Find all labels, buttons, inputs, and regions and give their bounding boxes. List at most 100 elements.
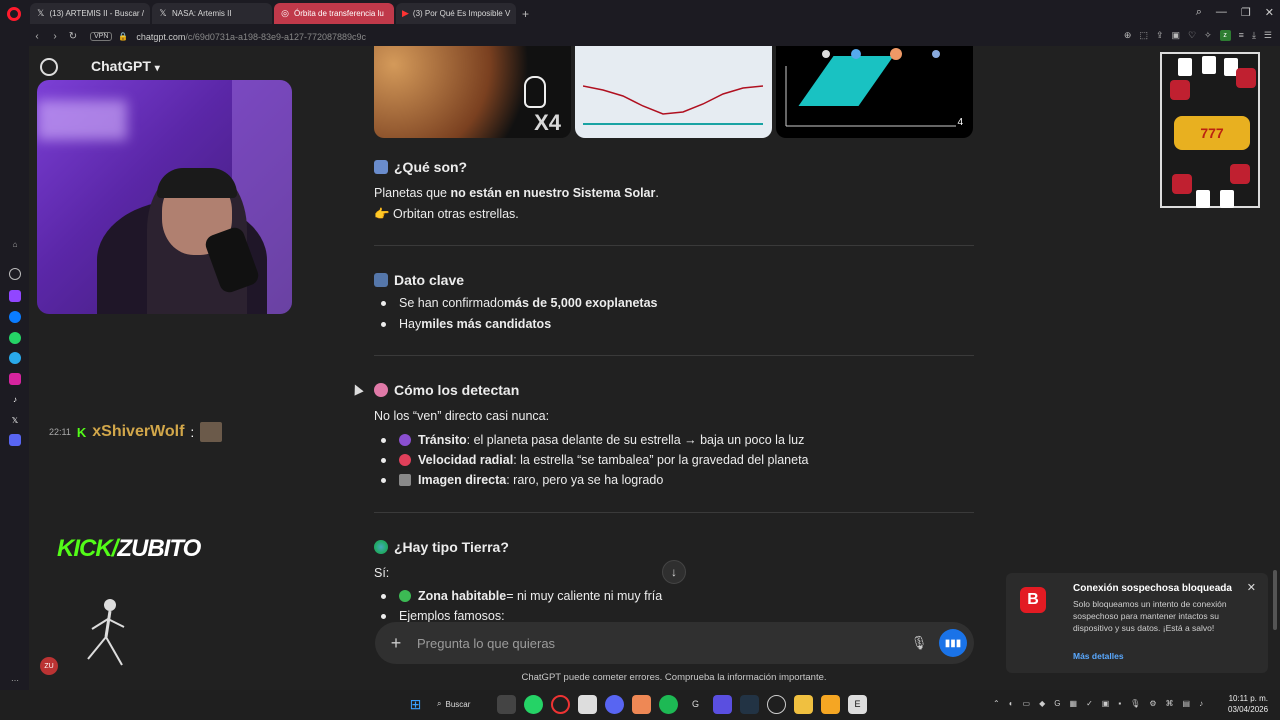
extension-z-icon[interactable]: z [1219, 30, 1231, 41]
tab-artemis-search[interactable]: 𝕏 (13) ARTEMIS II - Buscar / [30, 3, 150, 24]
tab-youtube[interactable]: ▶ (3) Por Qué Es Imposible V [396, 3, 516, 24]
system-tray: ⌃ ◐ ▭ ◆ G ▦ ✓ ▣ ▪ 🎙 ⚙ ⌘ ▤ ♪ [993, 699, 1203, 708]
tray-app-icon[interactable]: ▣ [1102, 699, 1110, 708]
tray-app-icon[interactable]: ⚙ [1149, 699, 1156, 708]
easy-setup-icon[interactable]: ☰ [1264, 30, 1272, 41]
zoom-icon[interactable]: ⊕ [1124, 30, 1132, 41]
tiktok-icon[interactable]: ♪ [9, 393, 21, 405]
search-tabs-icon[interactable]: ⌕ [1196, 6, 1202, 19]
windows-start-icon[interactable]: ⊞ [406, 695, 425, 714]
que-son-line1: Planetas que no están en nuestro Sistema… [374, 186, 659, 200]
gallery-image-orbits[interactable]: 4 [776, 46, 973, 138]
close-icon[interactable]: ✕ [1265, 6, 1274, 19]
app-title: ChatGPT [91, 58, 151, 74]
new-tab-button[interactable]: + [522, 7, 529, 21]
epic-games-icon[interactable]: E [848, 694, 867, 714]
notification-title: Conexión sospechosa bloqueada [1073, 583, 1232, 594]
tray-app-icon[interactable]: G [1054, 699, 1060, 708]
prompt-input[interactable] [417, 635, 909, 651]
tray-app-icon[interactable]: ▪ [1118, 699, 1121, 708]
opera-logo-icon[interactable] [0, 0, 28, 27]
tab-label: (13) ARTEMIS II - Buscar / [49, 9, 144, 18]
model-selector[interactable]: ChatGPT ▾ [91, 58, 160, 74]
wallet-icon[interactable]: ▣ [1172, 30, 1181, 41]
discord-taskbar-icon[interactable] [605, 694, 624, 714]
magnifier-icon [374, 160, 388, 174]
microphone-tray-icon[interactable]: 🎙 [1130, 699, 1140, 708]
target-icon [399, 454, 411, 466]
casino-overlay-image: 777 [1160, 52, 1260, 208]
capcut-icon[interactable]: G [686, 695, 705, 714]
maximize-icon[interactable]: ❐ [1241, 6, 1251, 19]
gallery-image-planets[interactable]: X4 [374, 46, 571, 138]
divider [374, 512, 974, 513]
network-icon[interactable]: ▤ [1183, 699, 1191, 708]
microphone-icon[interactable]: 🎙 [909, 635, 929, 651]
list-item: Hay miles más candidatos [381, 317, 551, 331]
volume-icon[interactable]: ♪ [1199, 699, 1203, 708]
obs-icon[interactable] [740, 694, 759, 714]
attach-plus-button[interactable]: + [375, 633, 417, 654]
tab-nasa-artemis[interactable]: 𝕏 NASA: Artemis II [152, 3, 272, 24]
snapshot-icon[interactable]: ⬚ [1139, 30, 1148, 41]
messenger-icon[interactable] [9, 311, 21, 323]
tray-app-icon[interactable]: ◆ [1039, 699, 1045, 708]
window-controls: ⌕ — ❐ ✕ [1196, 6, 1274, 19]
discord-icon[interactable] [9, 434, 21, 446]
scrollbar[interactable] [1273, 570, 1277, 630]
extensions-icon[interactable]: ✧ [1204, 30, 1212, 41]
spotify-icon[interactable] [659, 694, 678, 714]
app-sun-icon[interactable] [821, 694, 840, 714]
bitdefender-icon: B [1020, 587, 1046, 613]
task-view-icon[interactable] [497, 694, 516, 714]
close-icon[interactable]: ✕ [1247, 581, 1256, 594]
tray-app-icon[interactable]: ⌘ [1166, 699, 1174, 708]
minimize-icon[interactable]: — [1216, 6, 1227, 19]
calendar-icon[interactable] [578, 694, 597, 714]
whatsapp-icon[interactable] [9, 332, 21, 344]
heart-icon[interactable]: ♡ [1188, 30, 1196, 41]
kick-badge-icon: K [76, 424, 87, 440]
download-icon[interactable]: ⤓ [1252, 30, 1256, 41]
firefox-icon[interactable] [632, 694, 651, 714]
section-tipo-tierra-title: ¿Hay tipo Tierra? [374, 539, 509, 555]
whatsapp-taskbar-icon[interactable] [524, 694, 543, 714]
chatgpt-logo-icon[interactable] [40, 58, 58, 76]
twitch-icon[interactable] [9, 290, 21, 302]
voice-mode-button[interactable]: ▮▮▮ [939, 629, 967, 657]
more-details-link[interactable]: Más detalles [1073, 651, 1124, 661]
tray-app-icon[interactable]: ✓ [1086, 699, 1093, 708]
tab-label: Órbita de transferencia lu [294, 9, 384, 18]
scroll-down-button[interactable]: ↓ [662, 560, 686, 584]
back-icon[interactable]: ‹ [28, 31, 46, 42]
tray-app-icon[interactable]: ▭ [1023, 699, 1031, 708]
clock[interactable]: 10:11 p. m. 03/04/2026 [1228, 693, 1268, 715]
instagram-icon[interactable] [9, 373, 21, 385]
opera-gx-taskbar-icon[interactable] [551, 694, 570, 714]
telegram-icon[interactable] [9, 352, 21, 364]
webcam-overlay [37, 80, 292, 314]
address-bar: ‹ › ↻ VPN 🔒 chatgpt.com/c/69d0731a-a198-… [0, 27, 1280, 46]
chevron-down-icon: ▾ [154, 63, 160, 74]
vpn-badge[interactable]: VPN [90, 32, 113, 41]
notification-body: Solo bloqueamos un intento de conexión s… [1073, 599, 1227, 633]
gallery-image-lightcurve[interactable] [575, 46, 772, 138]
app-grid-icon[interactable] [713, 694, 732, 714]
url-field[interactable]: chatgpt.com/c/69d0731a-a198-83e9-a127-77… [136, 32, 366, 42]
browser-tabbar: 𝕏 (13) ARTEMIS II - Buscar / 𝕏 NASA: Art… [0, 0, 1280, 27]
file-explorer-icon[interactable] [794, 694, 813, 714]
x-sidebar-icon[interactable]: 𝕏 [9, 414, 21, 426]
tray-app-icon[interactable]: ◐ [1009, 699, 1014, 708]
steam-icon[interactable] [767, 694, 786, 714]
tab-chatgpt[interactable]: ◎ Órbita de transferencia lu [274, 3, 394, 24]
reload-icon[interactable]: ↻ [64, 31, 82, 42]
forward-icon[interactable]: › [46, 31, 64, 42]
share-icon[interactable]: ⇪ [1156, 30, 1164, 41]
taskbar-search[interactable]: ⌕ Buscar [433, 694, 489, 714]
x4-label: X4 [534, 110, 561, 135]
menu-icon[interactable]: ≡ [1239, 30, 1244, 41]
tray-app-icon[interactable]: ▦ [1070, 699, 1078, 708]
chevron-up-icon[interactable]: ⌃ [993, 699, 1000, 708]
chatgpt-sidebar-icon[interactable] [9, 268, 21, 280]
home-icon[interactable]: ⌂ [9, 238, 21, 250]
